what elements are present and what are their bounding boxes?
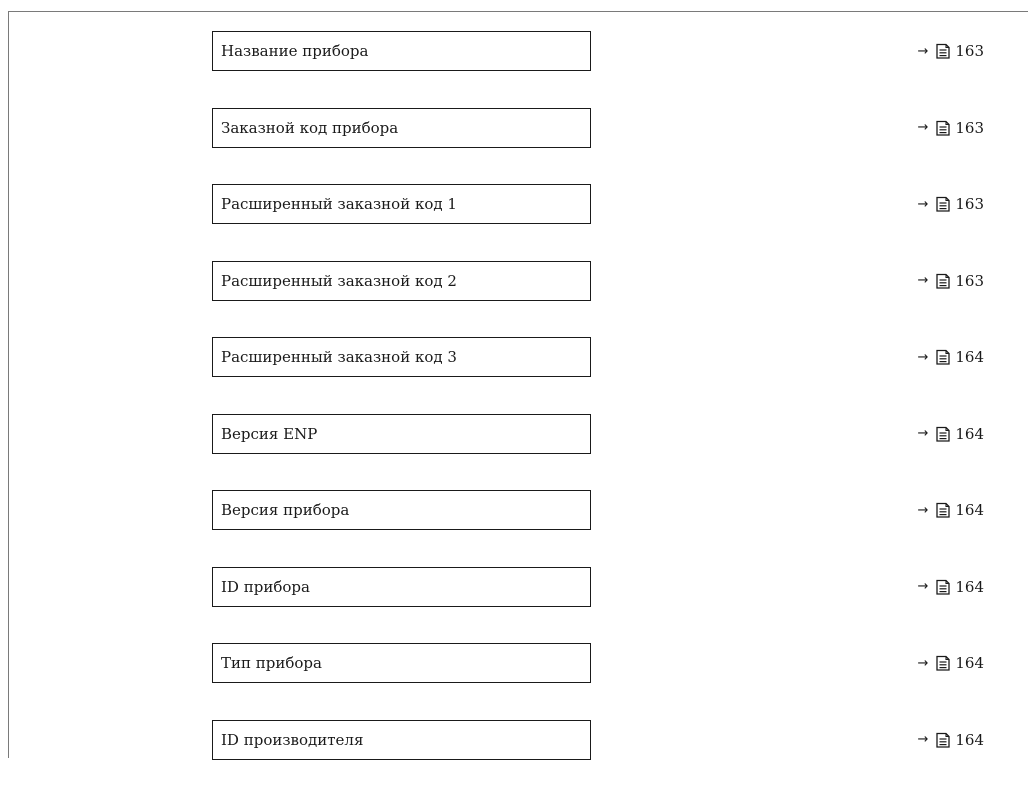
book-page-icon — [936, 502, 950, 518]
top-border-line — [8, 11, 1028, 12]
parameter-name-box[interactable]: Расширенный заказной код 2 — [212, 261, 591, 301]
page-number: 163 — [955, 272, 984, 290]
parameter-row: Заказной код прибора → 163 — [0, 108, 1028, 185]
arrow-right-icon: → — [917, 579, 928, 594]
parameter-row: Версия прибора → 164 — [0, 490, 1028, 567]
parameter-list: Название прибора → 163 Заказной код приб… — [0, 31, 1028, 796]
parameter-name-box[interactable]: ID прибора — [212, 567, 591, 607]
arrow-right-icon: → — [917, 120, 928, 135]
parameter-name-box[interactable]: Заказной код прибора — [212, 108, 591, 148]
parameter-row: Название прибора → 163 — [0, 31, 1028, 108]
page-reference[interactable]: → 163 — [917, 108, 984, 148]
page-reference[interactable]: → 163 — [917, 261, 984, 301]
arrow-right-icon: → — [917, 656, 928, 671]
page-reference[interactable]: → 164 — [917, 337, 984, 377]
book-page-icon — [936, 655, 950, 671]
page-reference[interactable]: → 164 — [917, 720, 984, 760]
book-page-icon — [936, 579, 950, 595]
book-page-icon — [936, 196, 950, 212]
book-page-icon — [936, 120, 950, 136]
page-number: 163 — [955, 42, 984, 60]
page-number: 163 — [955, 119, 984, 137]
parameter-name-box[interactable]: Тип прибора — [212, 643, 591, 683]
parameter-name-box[interactable]: Расширенный заказной код 1 — [212, 184, 591, 224]
parameter-row: Версия ENP → 164 — [0, 414, 1028, 491]
page-reference[interactable]: → 164 — [917, 414, 984, 454]
parameter-row: ID прибора → 164 — [0, 567, 1028, 644]
book-page-icon — [936, 732, 950, 748]
page-reference[interactable]: → 163 — [917, 184, 984, 224]
page-reference[interactable]: → 164 — [917, 643, 984, 683]
page-number: 164 — [955, 731, 984, 749]
arrow-right-icon: → — [917, 732, 928, 747]
parameter-name-box[interactable]: Расширенный заказной код 3 — [212, 337, 591, 377]
book-page-icon — [936, 349, 950, 365]
parameter-name-box[interactable]: Версия прибора — [212, 490, 591, 530]
arrow-right-icon: → — [917, 503, 928, 518]
arrow-right-icon: → — [917, 44, 928, 59]
page-number: 163 — [955, 195, 984, 213]
page-number: 164 — [955, 501, 984, 519]
parameter-name-box[interactable]: Версия ENP — [212, 414, 591, 454]
arrow-right-icon: → — [917, 197, 928, 212]
parameter-name-box[interactable]: Название прибора — [212, 31, 591, 71]
arrow-right-icon: → — [917, 426, 928, 441]
page-number: 164 — [955, 578, 984, 596]
parameter-row: Тип прибора → 164 — [0, 643, 1028, 720]
page-reference[interactable]: → 164 — [917, 490, 984, 530]
book-page-icon — [936, 43, 950, 59]
page-number: 164 — [955, 425, 984, 443]
parameter-row: Расширенный заказной код 2 → 163 — [0, 261, 1028, 338]
arrow-right-icon: → — [917, 273, 928, 288]
page-number: 164 — [955, 654, 984, 672]
arrow-right-icon: → — [917, 350, 928, 365]
book-page-icon — [936, 426, 950, 442]
parameter-name-box[interactable]: ID производителя — [212, 720, 591, 760]
page-number: 164 — [955, 348, 984, 366]
parameter-row: Расширенный заказной код 1 → 163 — [0, 184, 1028, 261]
parameter-row: Расширенный заказной код 3 → 164 — [0, 337, 1028, 414]
page-reference[interactable]: → 164 — [917, 567, 984, 607]
book-page-icon — [936, 273, 950, 289]
page-reference[interactable]: → 163 — [917, 31, 984, 71]
